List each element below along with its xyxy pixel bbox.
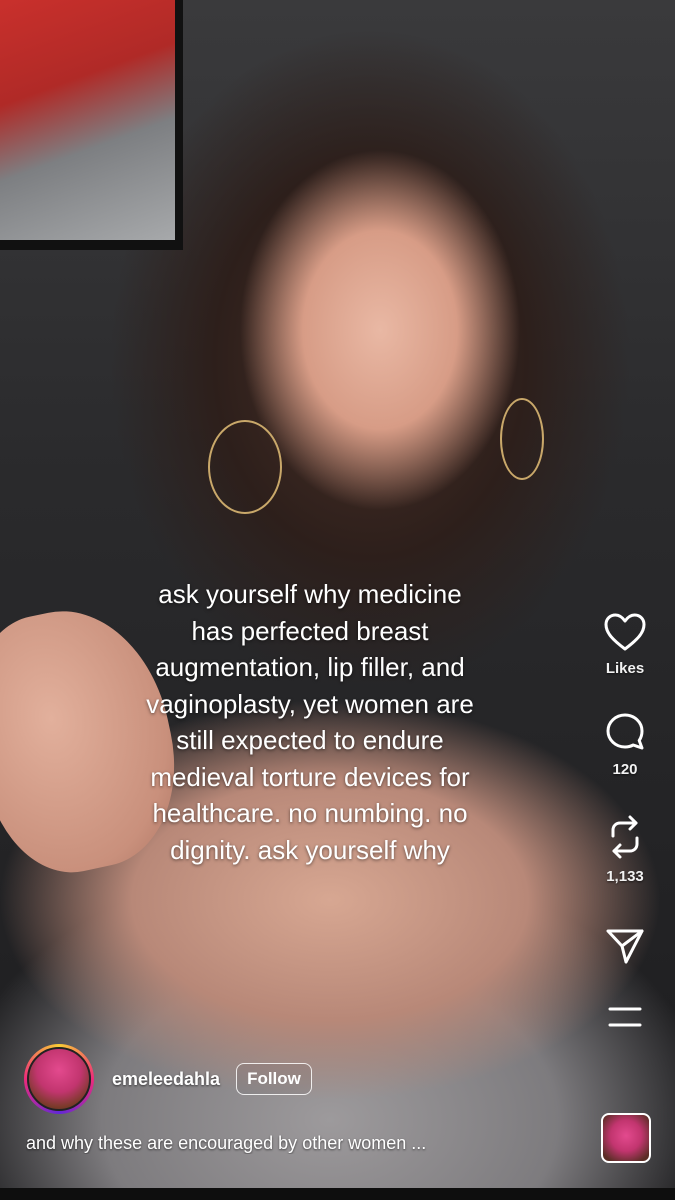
caption-line: medieval torture devices for [150,761,470,792]
side-actions: Likes 120 1,133 [575,612,675,1029]
reel-video-frame[interactable]: ask yourself why medicine has perfected … [0,0,675,1200]
like-button[interactable]: Likes [603,612,647,677]
username[interactable]: emeleedahla [112,1069,220,1090]
likes-label: Likes [605,660,645,677]
left-earring [208,420,282,514]
repost-button[interactable]: 1,133 [605,814,645,885]
caption-line: healthcare. no numbing. no [152,798,468,828]
caption-line: ask yourself why medicine [158,579,462,609]
caption-line: vaginoplasty, yet women are [146,688,474,719]
car-window [0,0,183,250]
caption-line: augmentation, lip filler, and [155,652,465,682]
post-description[interactable]: and why these are encouraged by other wo… [26,1133,586,1154]
repost-icon[interactable] [605,814,645,860]
comment-icon[interactable] [604,711,646,753]
comment-button[interactable]: 120 [604,711,646,778]
author-row: emeleedahla Follow [24,1044,312,1114]
caption-line: dignity. ask yourself why [170,834,450,865]
caption-line: has perfected breast [191,615,429,646]
caption-line: still expected to endure [176,725,444,755]
comments-count: 120 [612,761,638,778]
follow-button[interactable]: Follow [236,1063,312,1095]
heart-icon[interactable] [603,612,647,652]
more-options-button[interactable] [607,1005,643,1029]
share-button[interactable] [604,925,646,967]
send-icon[interactable] [604,925,646,967]
right-earring [500,398,544,480]
audio-thumbnail[interactable] [601,1113,651,1163]
more-icon[interactable] [607,1005,643,1029]
bottom-edge [0,1188,675,1200]
avatar-ring[interactable] [24,1044,94,1114]
reposts-count: 1,133 [606,868,644,885]
video-caption: ask yourself why medicine has perfected … [60,576,560,868]
avatar[interactable] [27,1047,91,1111]
